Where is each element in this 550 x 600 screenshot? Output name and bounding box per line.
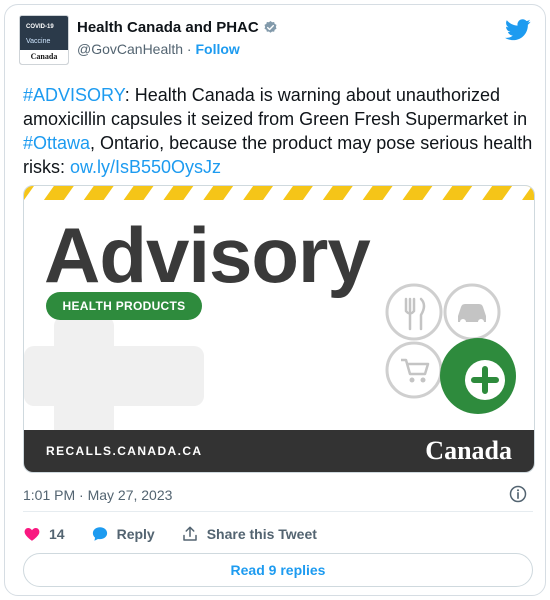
verified-badge-icon xyxy=(264,20,277,33)
avatar-line2: Vaccine xyxy=(26,38,51,45)
reply-button[interactable]: Reply xyxy=(91,525,155,543)
reply-bubble-icon xyxy=(92,527,107,541)
author-name-row[interactable]: Health Canada and PHAC xyxy=(77,19,278,36)
share-label: Share this Tweet xyxy=(206,526,317,542)
like-count: 14 xyxy=(49,526,65,542)
product-category-icons xyxy=(385,283,516,414)
follow-button[interactable]: Follow xyxy=(196,41,240,57)
canada-wordmark-logo: Canada xyxy=(425,436,512,466)
health-plus-icon xyxy=(440,338,516,414)
separator-dot: · xyxy=(183,41,196,57)
info-icon[interactable] xyxy=(509,485,527,503)
divider xyxy=(23,511,533,512)
handle-row: @GovCanHealth · Follow xyxy=(77,41,240,57)
display-name[interactable]: Health Canada and PHAC xyxy=(77,19,259,36)
reply-label: Reply xyxy=(116,526,155,542)
handle[interactable]: @GovCanHealth xyxy=(77,41,183,57)
tweet-actions: 14 Reply Share this Tweet xyxy=(23,523,343,545)
tweet-timestamp[interactable]: 1:01 PM · May 27, 2023 xyxy=(23,487,172,503)
image-footer-bar: RECALLS.CANADA.CA Canada xyxy=(24,430,534,472)
share-upload-icon xyxy=(182,526,197,541)
advisory-image[interactable]: Advisory HEALTH PRODUCTS RECALLS.CANADA.… xyxy=(23,185,535,473)
avatar-line1: COVID-19 xyxy=(26,24,54,30)
share-button[interactable]: Share this Tweet xyxy=(181,525,317,543)
avatar[interactable]: COVID-19 Vaccine Canada xyxy=(19,15,69,65)
fork-knife-icon xyxy=(385,283,443,341)
advisory-title: Advisory xyxy=(44,211,371,299)
avatar-wordmark: Canada xyxy=(20,50,68,64)
twitter-bird-icon[interactable] xyxy=(505,19,531,41)
background-cross-shape xyxy=(24,316,204,446)
canada-wordmark-text: Canada xyxy=(425,436,512,465)
health-products-pill: HEALTH PRODUCTS xyxy=(46,292,202,320)
hashtag-ottawa[interactable]: #Ottawa xyxy=(23,133,90,153)
car-icon xyxy=(443,283,501,341)
hashtag-advisory[interactable]: #ADVISORY xyxy=(23,85,125,105)
tweet-text: #ADVISORY: Health Canada is warning abou… xyxy=(23,83,538,179)
recalls-url: RECALLS.CANADA.CA xyxy=(46,444,203,458)
shopping-cart-icon xyxy=(385,341,443,399)
like-button[interactable]: 14 xyxy=(23,525,65,543)
tweet-link[interactable]: ow.ly/IsB550OysJz xyxy=(70,157,221,177)
hazard-stripe xyxy=(24,186,534,200)
heart-icon xyxy=(24,528,40,541)
read-replies-button[interactable]: Read 9 replies xyxy=(23,553,533,587)
tweet-card: COVID-19 Vaccine Canada Health Canada an… xyxy=(4,4,546,596)
